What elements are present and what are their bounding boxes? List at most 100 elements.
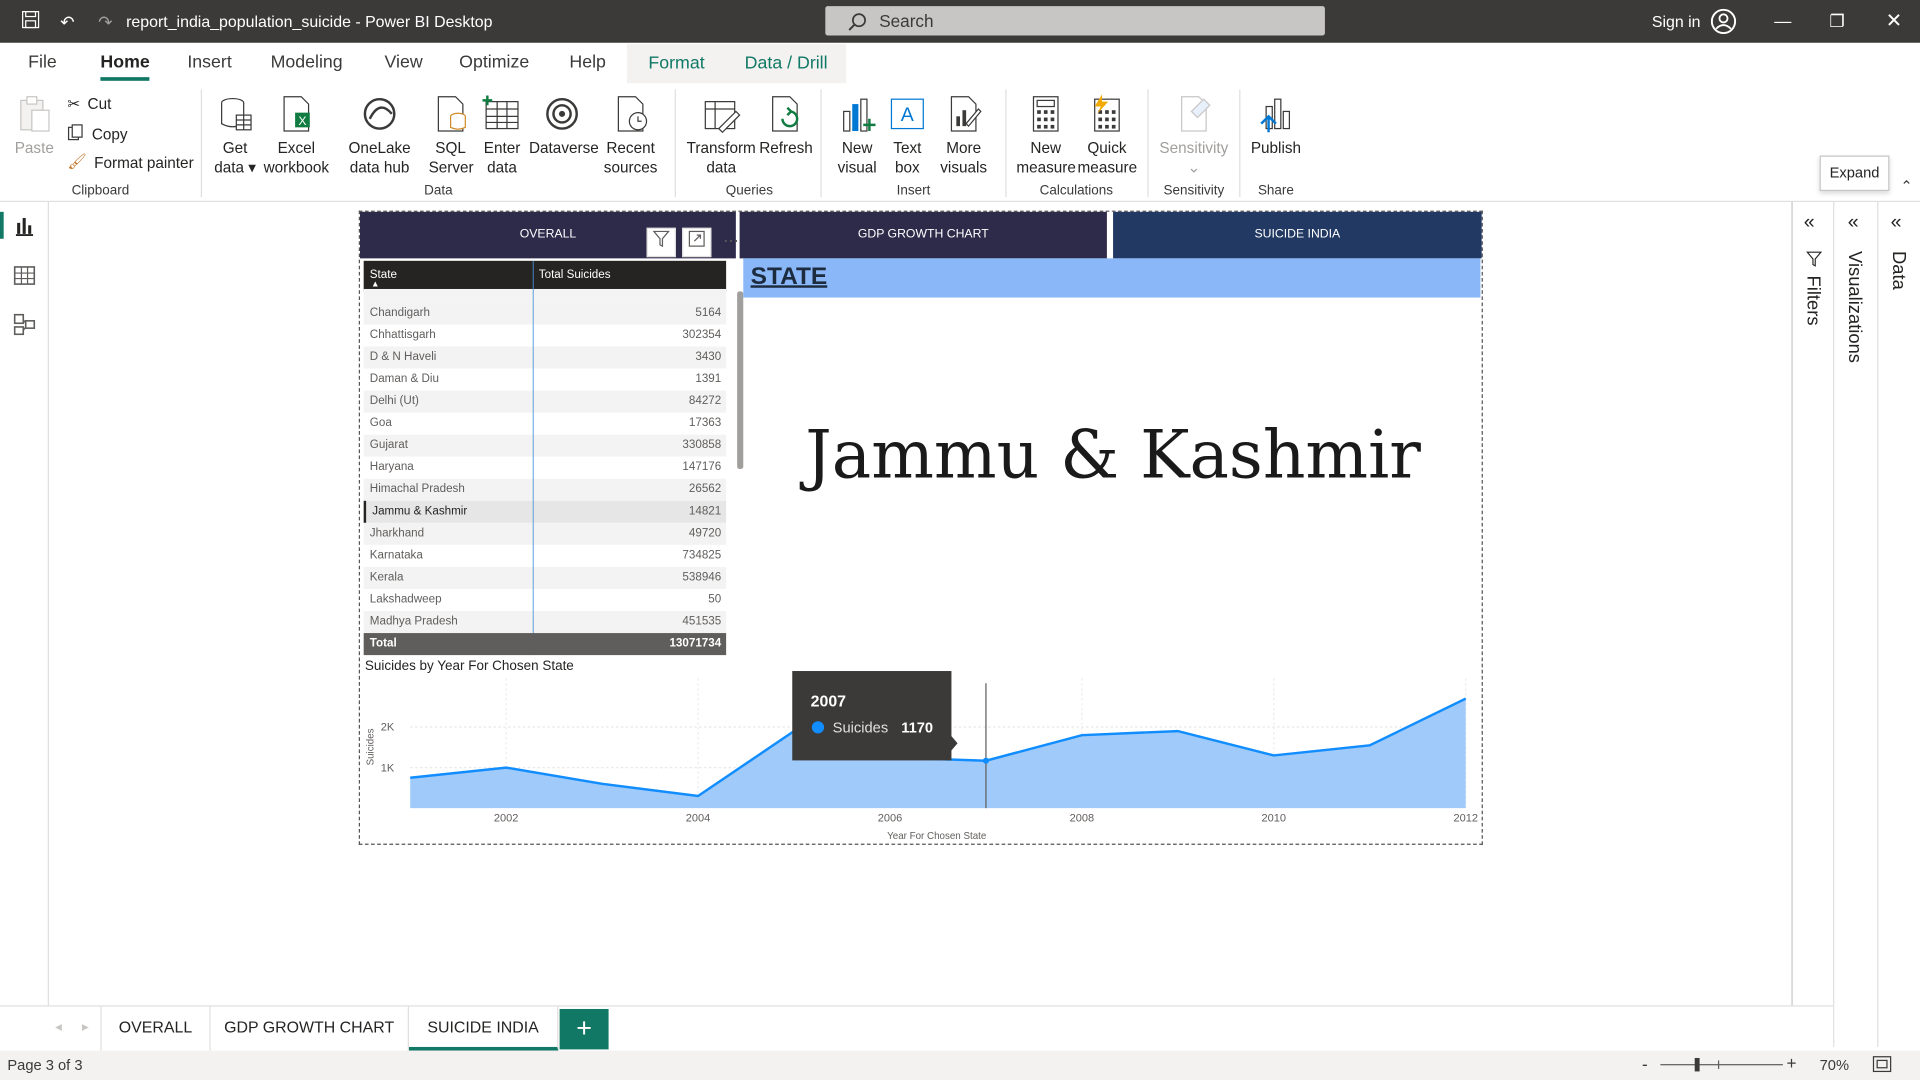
- excel-workbook-button[interactable]: X Excel workbook: [262, 94, 331, 177]
- filter-icon[interactable]: [646, 227, 676, 258]
- table-row[interactable]: D & N Haveli 3430: [363, 346, 727, 369]
- restore-icon[interactable]: ❐: [1829, 11, 1844, 32]
- sign-in-button[interactable]: Sign in: [1652, 12, 1701, 30]
- onelake-button[interactable]: OneLake data hub: [333, 94, 426, 177]
- sort-ascending-icon: ▲: [371, 280, 380, 289]
- tab-format[interactable]: Format: [626, 44, 727, 84]
- visualizations-pane-collapsed[interactable]: « Visualizations: [1833, 202, 1878, 1047]
- data-pane-collapsed[interactable]: « Data: [1877, 202, 1920, 1047]
- page-tab-suicide-india[interactable]: SUICIDE INDIA: [408, 1006, 559, 1051]
- view-switcher: [0, 202, 49, 1047]
- page-tab-gdp-growth-chart[interactable]: GDP GROWTH CHART: [211, 1006, 409, 1051]
- save-icon[interactable]: [18, 10, 42, 34]
- table-scrollbar[interactable]: [737, 291, 744, 469]
- table-row[interactable]: Delhi (Ut) 84272: [363, 390, 727, 413]
- tab-modeling[interactable]: Modeling: [271, 53, 343, 73]
- chevron-right-icon[interactable]: ▸: [82, 1019, 89, 1035]
- group-share: Share: [1257, 183, 1294, 199]
- enter-data-button[interactable]: Enter data: [480, 94, 524, 177]
- transform-data-button[interactable]: Transform data: [686, 94, 757, 177]
- model-view-icon[interactable]: [12, 312, 36, 336]
- paintbrush-icon: 🖌: [67, 153, 87, 171]
- double-chevron-left-icon[interactable]: «: [1848, 212, 1859, 234]
- format-painter-button[interactable]: 🖌 Format painter: [67, 153, 193, 171]
- enter-data-label: Enter data: [483, 139, 521, 177]
- tab-optimize[interactable]: Optimize: [459, 53, 529, 73]
- table-row[interactable]: Haryana 147176: [363, 456, 727, 479]
- more-options-icon[interactable]: ⋯: [716, 228, 745, 257]
- table-row[interactable]: Jammu & Kashmir 14821: [363, 500, 727, 523]
- table-header: State Total Suicides ▲: [363, 260, 727, 292]
- sensitivity-button[interactable]: Sensitivity ⌄: [1157, 94, 1230, 177]
- collapse-ribbon-icon[interactable]: ⌃: [1900, 178, 1912, 195]
- sensitivity-icon: [1174, 94, 1213, 133]
- page-tab-overall[interactable]: OVERALL: [100, 1006, 211, 1051]
- column-header-total-suicides[interactable]: Total Suicides: [539, 268, 611, 281]
- recent-sources-label: Recent sources: [603, 139, 658, 177]
- double-chevron-left-icon[interactable]: «: [1804, 212, 1815, 234]
- nav-button-overall[interactable]: OVERALL: [360, 211, 736, 259]
- paste-button[interactable]: Paste: [12, 94, 56, 158]
- more-visuals-button[interactable]: More visuals: [933, 94, 994, 177]
- new-visual-button[interactable]: New visual: [833, 94, 882, 177]
- cell-state: Daman & Diu: [369, 372, 439, 386]
- new-measure-button[interactable]: New measure: [1016, 94, 1076, 177]
- table-row[interactable]: Lakshadweep 50: [363, 588, 727, 612]
- tab-home[interactable]: Home: [100, 53, 151, 81]
- tab-help[interactable]: Help: [569, 53, 606, 73]
- tab-view[interactable]: View: [384, 53, 422, 73]
- redo-icon[interactable]: ↷: [93, 10, 117, 34]
- table-row[interactable]: Daman & Diu 1391: [363, 368, 727, 391]
- search-input[interactable]: Search: [825, 6, 1325, 36]
- filters-pane-collapsed[interactable]: « Filters: [1791, 202, 1834, 1047]
- table-row[interactable]: Chandigarh 5164: [363, 302, 727, 325]
- recent-sources-button[interactable]: Recent sources: [598, 94, 664, 177]
- table-row[interactable]: Madhya Pradesh 451535: [363, 611, 727, 634]
- table-row-partial: [363, 288, 727, 303]
- sql-server-button[interactable]: SQL Server: [429, 94, 474, 177]
- active-view-indicator: [0, 211, 4, 239]
- y-axis-label: Suicides: [365, 728, 376, 765]
- refresh-label: Refresh: [759, 139, 813, 157]
- cut-button[interactable]: ✂ Cut: [67, 94, 111, 113]
- cell-state: Kerala: [369, 570, 404, 585]
- focus-mode-icon[interactable]: [682, 227, 712, 258]
- get-data-button[interactable]: Get data ▾: [211, 94, 260, 177]
- zoom-slider-thumb[interactable]: [1694, 1057, 1700, 1072]
- double-chevron-left-icon[interactable]: «: [1891, 212, 1902, 234]
- table-row[interactable]: Chhattisgarh 302354: [363, 324, 727, 347]
- fit-to-page-icon[interactable]: [1872, 1056, 1892, 1077]
- table-row[interactable]: Himachal Pradesh 26562: [363, 478, 727, 501]
- publish-button[interactable]: Publish: [1249, 94, 1303, 158]
- group-data: Data: [424, 183, 453, 199]
- table-row[interactable]: Jharkhand 49720: [363, 522, 727, 545]
- search-icon: [847, 11, 867, 40]
- refresh-button[interactable]: Refresh: [759, 94, 813, 158]
- ribbon: Paste ✂ Cut Copy 🖌 Format painter Clipboar…: [0, 84, 1920, 203]
- undo-icon[interactable]: ↶: [55, 10, 79, 34]
- chevron-left-icon[interactable]: ◂: [55, 1019, 62, 1035]
- nav-button-gdp-growth-chart[interactable]: GDP GROWTH CHART: [739, 211, 1107, 259]
- table-row[interactable]: Goa 17363: [363, 412, 727, 435]
- zoom-out-icon[interactable]: -: [1642, 1054, 1648, 1074]
- zoom-in-icon[interactable]: +: [1787, 1053, 1797, 1073]
- dataverse-button[interactable]: Dataverse: [529, 94, 599, 158]
- report-view-icon[interactable]: [12, 214, 36, 238]
- copy-icon: [67, 124, 84, 145]
- zoom-slider[interactable]: [1660, 1064, 1783, 1066]
- close-icon[interactable]: ✕: [1886, 9, 1902, 33]
- account-icon[interactable]: [1710, 8, 1737, 41]
- table-row[interactable]: Gujarat 330858: [363, 434, 727, 457]
- tab-file[interactable]: File: [28, 53, 57, 73]
- nav-button-suicide-india[interactable]: SUICIDE INDIA: [1113, 211, 1482, 259]
- text-box-button[interactable]: A Text box: [887, 94, 929, 177]
- add-page-button[interactable]: +: [559, 1008, 609, 1050]
- quick-measure-button[interactable]: Quick measure: [1078, 94, 1137, 177]
- copy-button[interactable]: Copy: [67, 124, 128, 145]
- tab-insert[interactable]: Insert: [187, 53, 231, 73]
- tab-data-drill[interactable]: Data / Drill: [726, 44, 847, 84]
- minimize-icon[interactable]: —: [1774, 11, 1791, 31]
- table-row[interactable]: Kerala 538946: [363, 566, 727, 589]
- table-row[interactable]: Karnataka 734825: [363, 544, 727, 567]
- table-view-icon[interactable]: [12, 263, 36, 287]
